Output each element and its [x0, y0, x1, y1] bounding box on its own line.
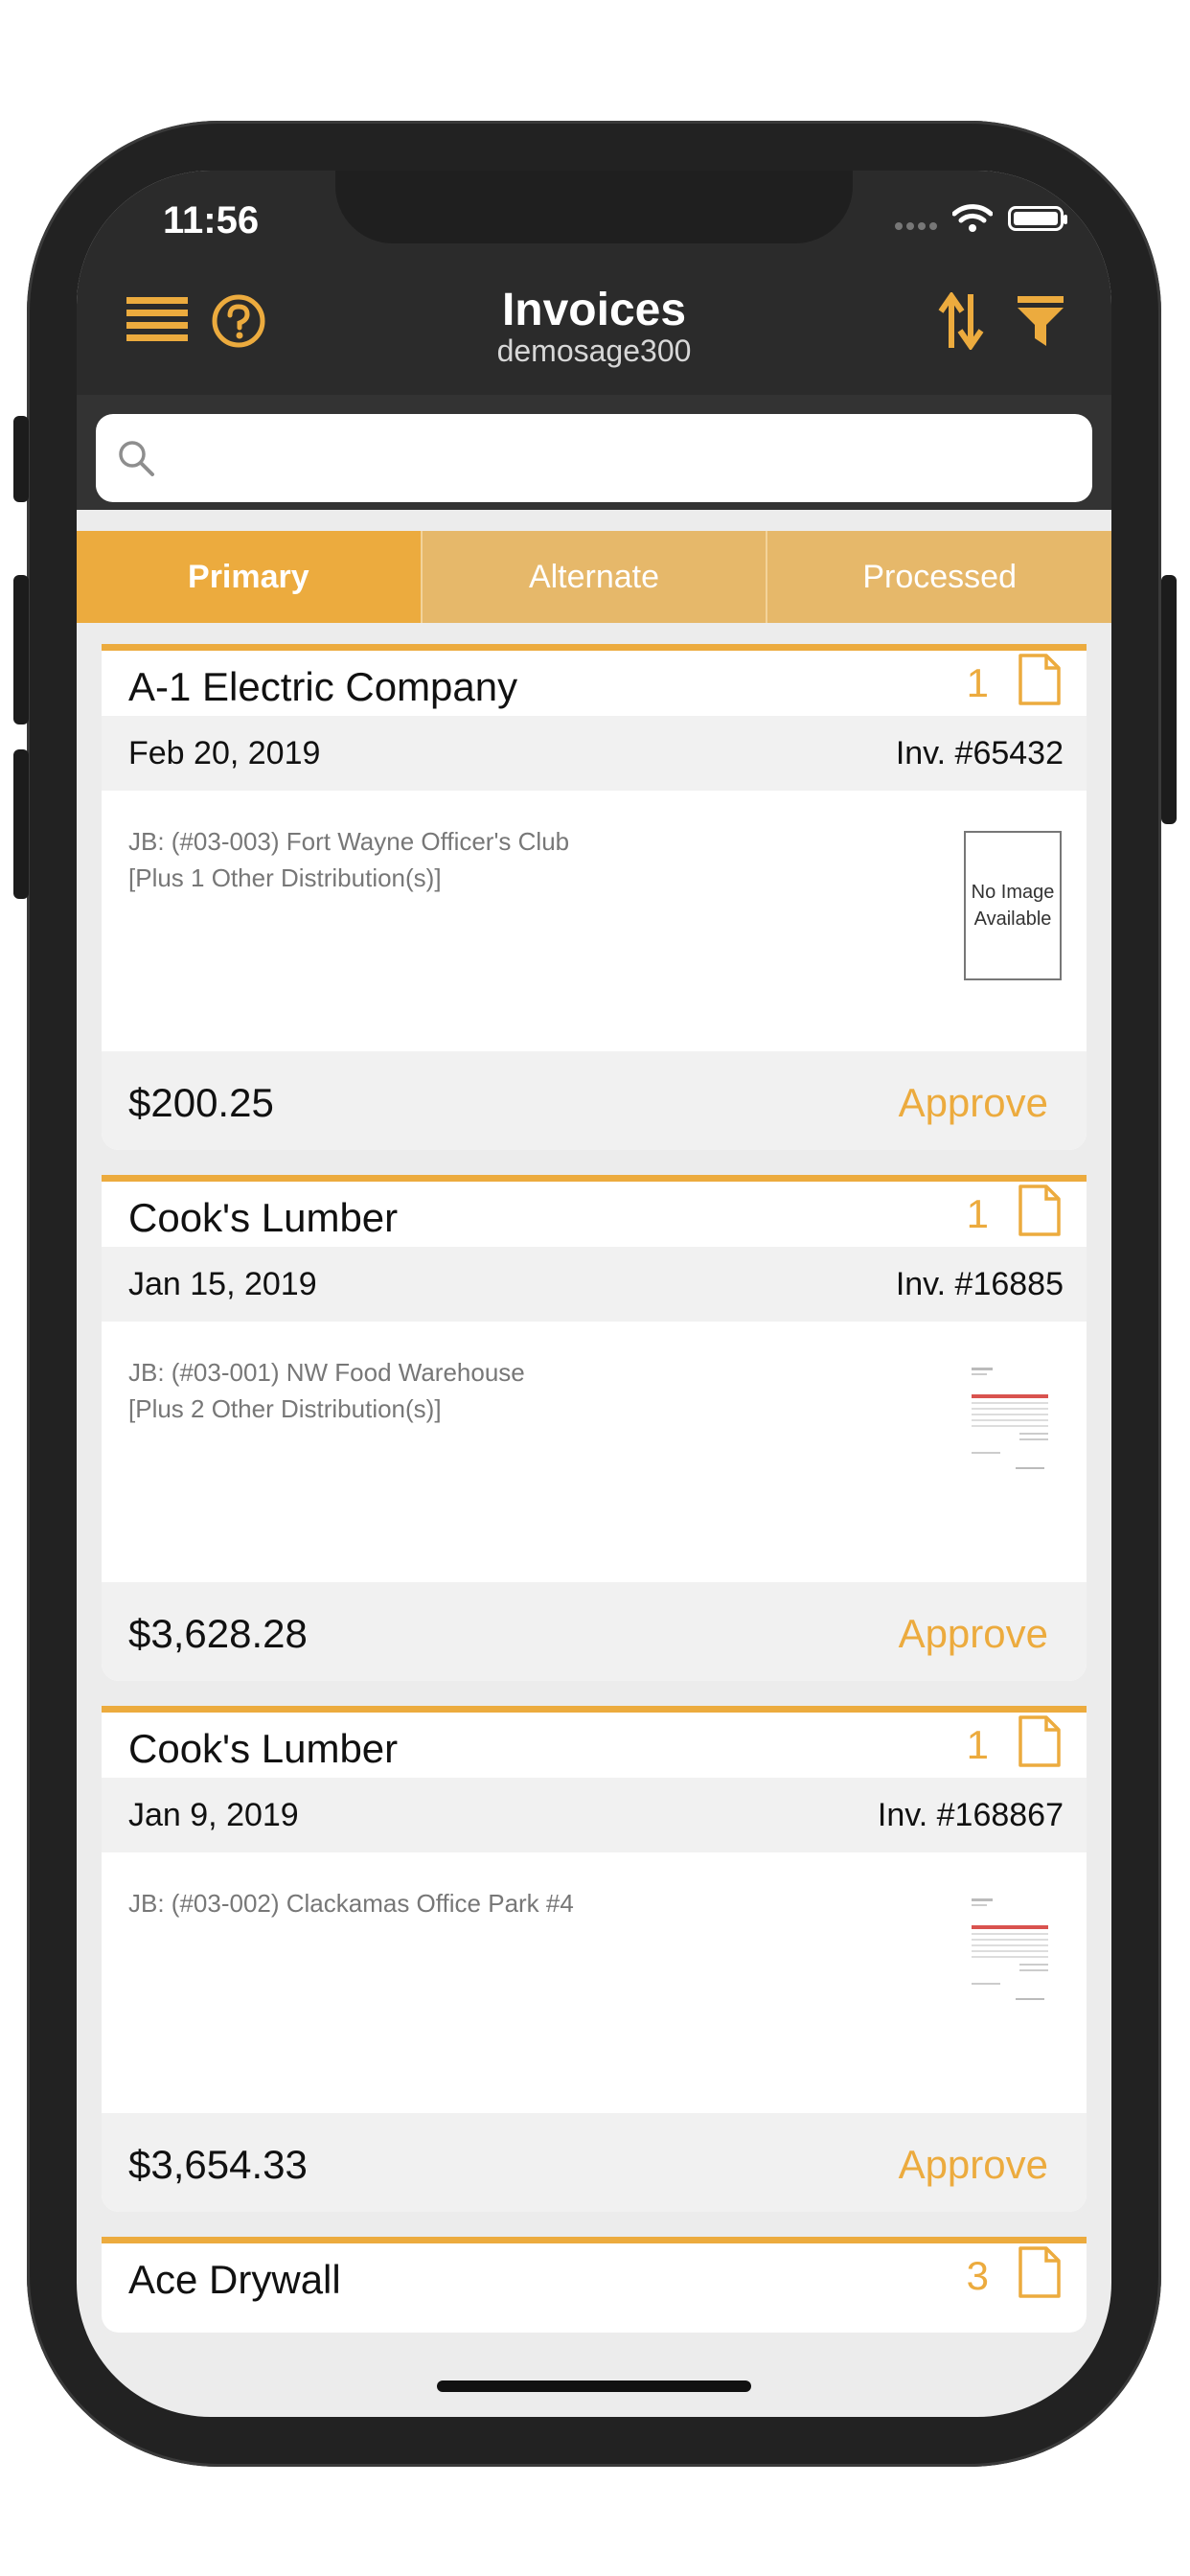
sort-icon	[938, 292, 984, 350]
invoice-amount: $3,654.33	[128, 2142, 308, 2187]
card-body: JB: (#03-002) Clackamas Office Park #4	[102, 1852, 1087, 2113]
card-footer: $200.25 Approve	[102, 1051, 1087, 1150]
distribution-extra: [Plus 2 Other Distribution(s)]	[128, 1394, 442, 1423]
document-icon[interactable]	[1018, 653, 1062, 706]
signal-icon	[895, 207, 937, 230]
invoice-card[interactable]: Cook's Lumber 1 Jan 9, 2019 Inv. #168867…	[102, 1706, 1087, 2212]
invoice-amount: $3,628.28	[128, 1611, 308, 1656]
app-screen: 11:56 Invoices demosage300 Primary Alter…	[77, 171, 1111, 2417]
vendor-name: Cook's Lumber	[128, 1195, 399, 1240]
card-header: A-1 Electric Company 1	[102, 651, 1087, 716]
card-meta-row: Feb 20, 2019 Inv. #65432	[102, 716, 1087, 791]
card-body: JB: (#03-003) Fort Wayne Officer's Club …	[102, 791, 1087, 1051]
invoice-card[interactable]: A-1 Electric Company 1 Feb 20, 2019 Inv.…	[102, 644, 1087, 1150]
document-icon[interactable]	[1018, 1714, 1062, 1768]
distribution-text: JB: (#03-001) NW Food Warehouse [Plus 2 …	[128, 1354, 895, 1427]
invoice-card[interactable]: Cook's Lumber 1 Jan 15, 2019 Inv. #16885…	[102, 1175, 1087, 1681]
card-header: Ace Drywall 3	[102, 2243, 1087, 2309]
search-input[interactable]	[172, 438, 1077, 478]
attachment-count: 1	[966, 1722, 989, 1767]
card-header: Cook's Lumber 1	[102, 1713, 1087, 1778]
distribution-text: JB: (#03-003) Fort Wayne Officer's Club …	[128, 823, 895, 896]
distribution-text: JB: (#03-002) Clackamas Office Park #4	[128, 1885, 895, 1921]
side-button-power	[1161, 575, 1177, 824]
wifi-icon	[952, 204, 993, 232]
distribution-line: JB: (#03-003) Fort Wayne Officer's Club	[128, 827, 570, 856]
invoice-list: A-1 Electric Company 1 Feb 20, 2019 Inv.…	[102, 644, 1087, 2358]
search-box[interactable]	[96, 414, 1092, 502]
invoice-date: Jan 15, 2019	[128, 1266, 317, 1302]
card-footer: $3,654.33 Approve	[102, 2113, 1087, 2212]
side-button-mute	[13, 416, 29, 502]
segment-tabs: Primary Alternate Processed	[77, 531, 1111, 623]
search-bar-container	[77, 395, 1111, 510]
status-indicators	[895, 203, 1067, 234]
tab-primary[interactable]: Primary	[77, 531, 423, 623]
card-footer: $3,628.28 Approve	[102, 1582, 1087, 1681]
distribution-line: JB: (#03-001) NW Food Warehouse	[128, 1358, 525, 1387]
tab-alternate[interactable]: Alternate	[422, 531, 768, 623]
invoice-thumbnail[interactable]	[962, 1360, 1060, 1509]
vendor-name: A-1 Electric Company	[128, 664, 518, 709]
invoice-number: Inv. #168867	[877, 1797, 1064, 1833]
invoice-amount: $200.25	[128, 1080, 274, 1125]
vendor-name: Ace Drywall	[128, 2257, 341, 2302]
notch	[335, 171, 853, 243]
home-indicator[interactable]	[437, 2380, 751, 2392]
filter-button[interactable]	[1012, 291, 1069, 351]
document-icon[interactable]	[1018, 1184, 1062, 1237]
side-button-volume-up	[13, 575, 29, 724]
approve-button[interactable]: Approve	[899, 1080, 1048, 1126]
invoice-date: Jan 9, 2019	[128, 1797, 299, 1833]
navigation-bar: 11:56 Invoices demosage300	[77, 171, 1111, 395]
side-button-volume-down	[13, 749, 29, 899]
invoice-thumbnail[interactable]	[962, 1891, 1060, 2040]
status-time: 11:56	[163, 199, 260, 242]
card-meta-row: Jan 15, 2019 Inv. #16885	[102, 1247, 1087, 1322]
tab-processed[interactable]: Processed	[767, 531, 1111, 623]
no-image-placeholder[interactable]: No Image Available	[964, 831, 1062, 980]
invoice-number: Inv. #65432	[895, 735, 1064, 771]
distribution-extra: [Plus 1 Other Distribution(s)]	[128, 863, 442, 892]
card-body: JB: (#03-001) NW Food Warehouse [Plus 2 …	[102, 1322, 1087, 1582]
sort-button[interactable]	[932, 289, 990, 353]
card-meta-row: Jan 9, 2019 Inv. #168867	[102, 1778, 1087, 1852]
distribution-line: JB: (#03-002) Clackamas Office Park #4	[128, 1889, 574, 1918]
document-icon[interactable]	[1018, 2245, 1062, 2299]
search-icon	[119, 441, 154, 476]
attachment-count: 1	[966, 660, 989, 705]
battery-icon	[1008, 206, 1067, 231]
no-image-text: No Image Available	[971, 882, 1055, 930]
invoice-card[interactable]: Ace Drywall 3	[102, 2237, 1087, 2333]
invoice-date: Feb 20, 2019	[128, 735, 321, 771]
vendor-name: Cook's Lumber	[128, 1726, 399, 1771]
invoice-number: Inv. #16885	[895, 1266, 1064, 1302]
card-header: Cook's Lumber 1	[102, 1182, 1087, 1247]
approve-button[interactable]: Approve	[899, 2142, 1048, 2188]
filter-icon	[1018, 296, 1064, 346]
attachment-count: 1	[966, 1191, 989, 1236]
attachment-count: 3	[966, 2253, 989, 2298]
approve-button[interactable]: Approve	[899, 1611, 1048, 1657]
